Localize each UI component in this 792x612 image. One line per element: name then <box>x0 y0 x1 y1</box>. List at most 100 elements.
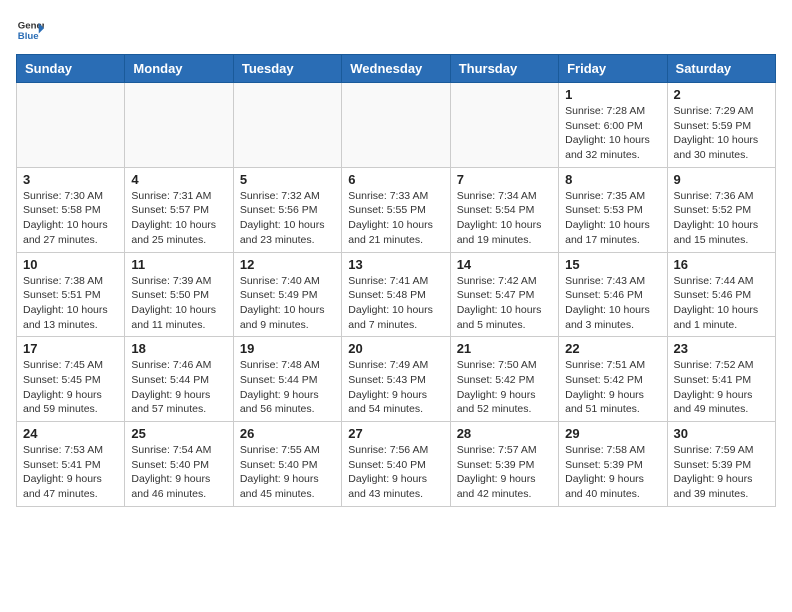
day-number: 4 <box>131 172 226 187</box>
day-info: Sunrise: 7:34 AM Sunset: 5:54 PM Dayligh… <box>457 189 552 248</box>
day-number: 22 <box>565 341 660 356</box>
day-number: 1 <box>565 87 660 102</box>
calendar-cell: 21 Sunrise: 7:50 AM Sunset: 5:42 PM Dayli… <box>450 337 558 422</box>
calendar-week-row: 10 Sunrise: 7:38 AM Sunset: 5:51 PM Dayli… <box>17 252 776 337</box>
calendar-cell <box>450 83 558 168</box>
day-number: 24 <box>23 426 118 441</box>
column-header-friday: Friday <box>559 55 667 83</box>
day-number: 3 <box>23 172 118 187</box>
calendar-cell: 3Sunrise: 7:30 AM Sunset: 5:58 PM Daylig… <box>17 167 125 252</box>
calendar-cell: 25 Sunrise: 7:54 AM Sunset: 5:40 PM Dayli… <box>125 422 233 507</box>
day-info: Sunrise: 7:44 AM Sunset: 5:46 PM Dayligh… <box>674 274 769 333</box>
day-info: Sunrise: 7:40 AM Sunset: 5:49 PM Dayligh… <box>240 274 335 333</box>
column-header-wednesday: Wednesday <box>342 55 450 83</box>
day-info: Sunrise: 7:28 AM Sunset: 6:00 PM Dayligh… <box>565 104 660 163</box>
day-info: Sunrise: 7:35 AM Sunset: 5:53 PM Dayligh… <box>565 189 660 248</box>
calendar-cell: 6 Sunrise: 7:33 AM Sunset: 5:55 PM Daylig… <box>342 167 450 252</box>
calendar-cell: 13Sunrise: 7:41 AM Sunset: 5:48 PM Dayli… <box>342 252 450 337</box>
calendar-week-row: 3Sunrise: 7:30 AM Sunset: 5:58 PM Daylig… <box>17 167 776 252</box>
day-info: Sunrise: 7:45 AM Sunset: 5:45 PM Dayligh… <box>23 358 118 417</box>
calendar-cell: 10 Sunrise: 7:38 AM Sunset: 5:51 PM Dayli… <box>17 252 125 337</box>
day-number: 23 <box>674 341 769 356</box>
calendar-cell: 27 Sunrise: 7:56 AM Sunset: 5:40 PM Dayli… <box>342 422 450 507</box>
day-info: Sunrise: 7:52 AM Sunset: 5:41 PM Dayligh… <box>674 358 769 417</box>
day-info: Sunrise: 7:43 AM Sunset: 5:46 PM Dayligh… <box>565 274 660 333</box>
day-number: 27 <box>348 426 443 441</box>
calendar-week-row: 17Sunrise: 7:45 AM Sunset: 5:45 PM Dayli… <box>17 337 776 422</box>
calendar-cell <box>125 83 233 168</box>
day-info: Sunrise: 7:33 AM Sunset: 5:55 PM Dayligh… <box>348 189 443 248</box>
calendar-cell: 19 Sunrise: 7:48 AM Sunset: 5:44 PM Dayli… <box>233 337 341 422</box>
calendar-cell: 4Sunrise: 7:31 AM Sunset: 5:57 PM Daylig… <box>125 167 233 252</box>
day-number: 25 <box>131 426 226 441</box>
day-info: Sunrise: 7:46 AM Sunset: 5:44 PM Dayligh… <box>131 358 226 417</box>
calendar-cell <box>233 83 341 168</box>
day-number: 18 <box>131 341 226 356</box>
calendar-cell: 22 Sunrise: 7:51 AM Sunset: 5:42 PM Dayli… <box>559 337 667 422</box>
day-number: 28 <box>457 426 552 441</box>
day-info: Sunrise: 7:48 AM Sunset: 5:44 PM Dayligh… <box>240 358 335 417</box>
calendar-header-row: SundayMondayTuesdayWednesdayThursdayFrid… <box>17 55 776 83</box>
calendar-cell: 20 Sunrise: 7:49 AM Sunset: 5:43 PM Dayli… <box>342 337 450 422</box>
calendar-week-row: 24Sunrise: 7:53 AM Sunset: 5:41 PM Dayli… <box>17 422 776 507</box>
day-number: 8 <box>565 172 660 187</box>
day-number: 20 <box>348 341 443 356</box>
day-number: 26 <box>240 426 335 441</box>
column-header-tuesday: Tuesday <box>233 55 341 83</box>
day-info: Sunrise: 7:32 AM Sunset: 5:56 PM Dayligh… <box>240 189 335 248</box>
day-number: 14 <box>457 257 552 272</box>
day-number: 2 <box>674 87 769 102</box>
column-header-thursday: Thursday <box>450 55 558 83</box>
calendar-cell: 7 Sunrise: 7:34 AM Sunset: 5:54 PM Daylig… <box>450 167 558 252</box>
day-number: 6 <box>348 172 443 187</box>
calendar-cell: 30 Sunrise: 7:59 AM Sunset: 5:39 PM Dayli… <box>667 422 775 507</box>
calendar-cell <box>17 83 125 168</box>
day-number: 30 <box>674 426 769 441</box>
calendar-cell: 23 Sunrise: 7:52 AM Sunset: 5:41 PM Dayli… <box>667 337 775 422</box>
day-number: 5 <box>240 172 335 187</box>
day-number: 15 <box>565 257 660 272</box>
day-number: 10 <box>23 257 118 272</box>
day-number: 12 <box>240 257 335 272</box>
calendar-cell: 29 Sunrise: 7:58 AM Sunset: 5:39 PM Dayli… <box>559 422 667 507</box>
column-header-sunday: Sunday <box>17 55 125 83</box>
day-number: 29 <box>565 426 660 441</box>
calendar-cell: 28 Sunrise: 7:57 AM Sunset: 5:39 PM Dayli… <box>450 422 558 507</box>
day-info: Sunrise: 7:49 AM Sunset: 5:43 PM Dayligh… <box>348 358 443 417</box>
calendar-week-row: 1 Sunrise: 7:28 AM Sunset: 6:00 PM Daylig… <box>17 83 776 168</box>
day-number: 11 <box>131 257 226 272</box>
day-info: Sunrise: 7:51 AM Sunset: 5:42 PM Dayligh… <box>565 358 660 417</box>
day-info: Sunrise: 7:58 AM Sunset: 5:39 PM Dayligh… <box>565 443 660 502</box>
day-number: 7 <box>457 172 552 187</box>
day-number: 19 <box>240 341 335 356</box>
day-info: Sunrise: 7:57 AM Sunset: 5:39 PM Dayligh… <box>457 443 552 502</box>
day-info: Sunrise: 7:50 AM Sunset: 5:42 PM Dayligh… <box>457 358 552 417</box>
day-info: Sunrise: 7:55 AM Sunset: 5:40 PM Dayligh… <box>240 443 335 502</box>
logo-icon: General Blue <box>16 16 44 44</box>
column-header-monday: Monday <box>125 55 233 83</box>
calendar-cell: 16Sunrise: 7:44 AM Sunset: 5:46 PM Dayli… <box>667 252 775 337</box>
day-info: Sunrise: 7:54 AM Sunset: 5:40 PM Dayligh… <box>131 443 226 502</box>
calendar-cell: 11 Sunrise: 7:39 AM Sunset: 5:50 PM Dayli… <box>125 252 233 337</box>
calendar-cell <box>342 83 450 168</box>
day-info: Sunrise: 7:41 AM Sunset: 5:48 PM Dayligh… <box>348 274 443 333</box>
svg-text:Blue: Blue <box>18 31 39 42</box>
calendar-cell: 12 Sunrise: 7:40 AM Sunset: 5:49 PM Dayli… <box>233 252 341 337</box>
day-info: Sunrise: 7:39 AM Sunset: 5:50 PM Dayligh… <box>131 274 226 333</box>
calendar-cell: 17Sunrise: 7:45 AM Sunset: 5:45 PM Dayli… <box>17 337 125 422</box>
day-info: Sunrise: 7:29 AM Sunset: 5:59 PM Dayligh… <box>674 104 769 163</box>
calendar-cell: 24Sunrise: 7:53 AM Sunset: 5:41 PM Dayli… <box>17 422 125 507</box>
day-info: Sunrise: 7:59 AM Sunset: 5:39 PM Dayligh… <box>674 443 769 502</box>
calendar-cell: 18 Sunrise: 7:46 AM Sunset: 5:44 PM Dayli… <box>125 337 233 422</box>
logo: General Blue <box>16 16 48 44</box>
calendar-cell: 26 Sunrise: 7:55 AM Sunset: 5:40 PM Dayli… <box>233 422 341 507</box>
calendar-cell: 1 Sunrise: 7:28 AM Sunset: 6:00 PM Daylig… <box>559 83 667 168</box>
calendar-cell: 2 Sunrise: 7:29 AM Sunset: 5:59 PM Daylig… <box>667 83 775 168</box>
day-info: Sunrise: 7:36 AM Sunset: 5:52 PM Dayligh… <box>674 189 769 248</box>
page-header: General Blue <box>16 16 776 44</box>
day-info: Sunrise: 7:38 AM Sunset: 5:51 PM Dayligh… <box>23 274 118 333</box>
calendar-cell: 14Sunrise: 7:42 AM Sunset: 5:47 PM Dayli… <box>450 252 558 337</box>
day-info: Sunrise: 7:56 AM Sunset: 5:40 PM Dayligh… <box>348 443 443 502</box>
day-number: 9 <box>674 172 769 187</box>
day-number: 21 <box>457 341 552 356</box>
